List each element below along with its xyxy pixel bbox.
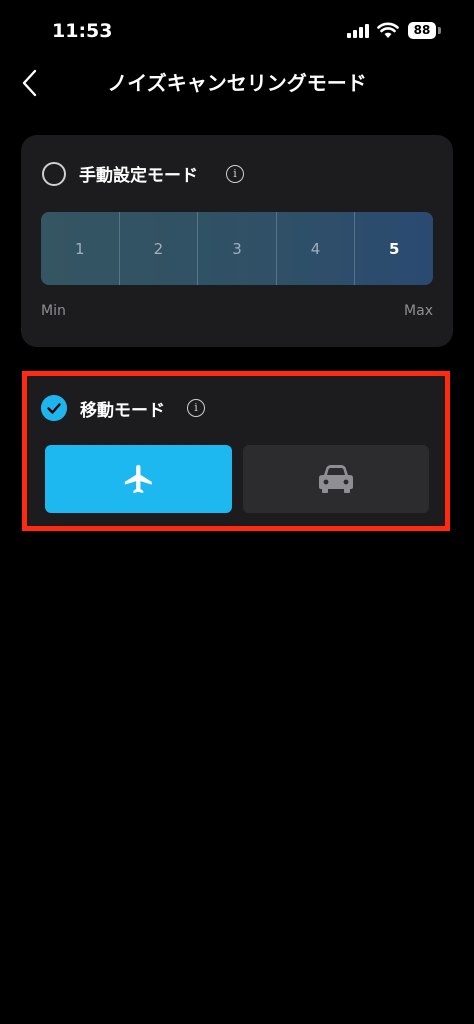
level-option[interactable]: 2 (120, 212, 199, 285)
cellular-signal-icon (347, 24, 369, 38)
level-option[interactable]: 4 (277, 212, 356, 285)
max-label: Max (404, 303, 433, 319)
transport-mode-card: 移動モード i (27, 376, 445, 526)
level-option[interactable]: 1 (41, 212, 120, 285)
level-option[interactable]: 3 (198, 212, 277, 285)
info-icon[interactable]: i (187, 399, 205, 417)
status-time: 11:53 (52, 20, 113, 42)
battery-tip (438, 27, 441, 34)
manual-mode-label: 手動設定モード (79, 166, 198, 186)
status-bar: 11:53 88 (0, 0, 474, 60)
min-label: Min (41, 303, 66, 319)
transport-mode-label: 移動モード (80, 401, 165, 421)
airplane-icon (124, 464, 152, 494)
back-chevron-icon[interactable] (16, 66, 46, 100)
car-mode-button[interactable] (243, 445, 429, 513)
info-icon[interactable]: i (226, 165, 244, 183)
manual-mode-radio[interactable] (42, 162, 66, 186)
level-option-selected[interactable]: 5 (355, 212, 433, 285)
car-icon (319, 465, 353, 493)
page-title: ノイズキャンセリングモード (107, 71, 367, 95)
airplane-mode-button[interactable] (45, 445, 232, 513)
level-selector[interactable]: 1 2 3 4 5 (41, 212, 433, 285)
checkmark-icon[interactable] (41, 395, 67, 421)
wifi-icon (377, 22, 399, 38)
battery-icon: 88 (408, 22, 436, 39)
manual-mode-card: 手動設定モード i 1 2 3 4 5 Min Max (21, 135, 453, 347)
